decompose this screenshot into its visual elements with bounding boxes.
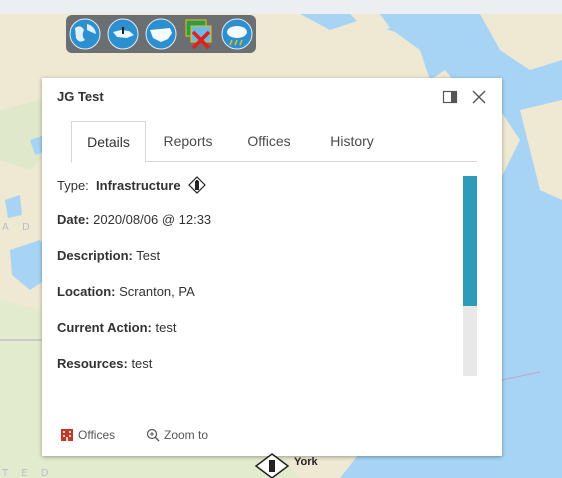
tab-history[interactable]: History	[316, 121, 388, 162]
current-action-label: Current Action:	[57, 320, 152, 335]
layer-toggle-button[interactable]	[183, 18, 215, 50]
zoom-to-label: Zoom to	[164, 428, 209, 442]
map-marker[interactable]: York	[254, 452, 334, 478]
tab-reports[interactable]: Reports	[155, 121, 221, 162]
description-value: Test	[136, 248, 161, 263]
us-map-button[interactable]	[145, 18, 177, 50]
state-map-button[interactable]	[107, 18, 139, 50]
weather-icon	[221, 18, 253, 50]
feature-popup: JG Test Details Reports Offices History …	[42, 78, 502, 456]
building-icon	[61, 429, 73, 441]
type-row: Type: Infrastructure	[57, 176, 207, 194]
map-label-united-states: T E D	[2, 468, 54, 478]
weather-button[interactable]	[221, 18, 253, 50]
description-label: Description:	[57, 248, 133, 263]
location-value: Scranton, PA	[119, 284, 195, 299]
scrollbar-track[interactable]	[463, 176, 477, 376]
date-value: 2020/08/06 @ 12:33	[93, 212, 212, 227]
current-action-row: Current Action: test	[57, 320, 176, 335]
description-row: Description: Test	[57, 248, 160, 263]
type-label: Type:	[57, 178, 89, 193]
close-icon	[472, 90, 486, 104]
state-map-icon	[107, 18, 139, 50]
dock-button[interactable]	[442, 89, 458, 105]
type-value: Infrastructure	[96, 178, 181, 193]
location-row: Location: Scranton, PA	[57, 284, 195, 299]
scrollbar-thumb[interactable]	[463, 176, 477, 306]
resources-row: Resources: test	[57, 356, 152, 371]
current-action-value: test	[155, 320, 177, 335]
tab-details[interactable]: Details	[71, 121, 146, 163]
marker-label: York	[294, 456, 318, 468]
location-label: Location:	[57, 284, 116, 299]
date-label: Date:	[57, 212, 90, 227]
infrastructure-icon	[188, 176, 207, 194]
tab-offices[interactable]: Offices	[236, 121, 302, 162]
globe-button[interactable]	[69, 18, 101, 50]
globe-icon	[69, 18, 101, 50]
resources-value: test	[131, 356, 153, 371]
date-row: Date: 2020/08/06 @ 12:33	[57, 212, 211, 227]
infrastructure-marker-icon	[254, 453, 290, 478]
popup-title: JG Test	[57, 89, 104, 104]
offices-link[interactable]: Offices	[60, 428, 115, 442]
resources-label: Resources:	[57, 356, 128, 371]
close-button[interactable]	[471, 89, 487, 105]
us-map-icon	[145, 18, 177, 50]
offices-link-label: Offices	[78, 428, 116, 442]
dock-icon	[442, 90, 458, 104]
map-toolbar	[66, 15, 256, 53]
layer-off-icon	[185, 19, 212, 50]
popup-tabs: Details Reports Offices History	[71, 121, 477, 163]
zoom-to-link[interactable]: Zoom to	[146, 428, 208, 442]
zoom-in-icon	[146, 428, 160, 442]
